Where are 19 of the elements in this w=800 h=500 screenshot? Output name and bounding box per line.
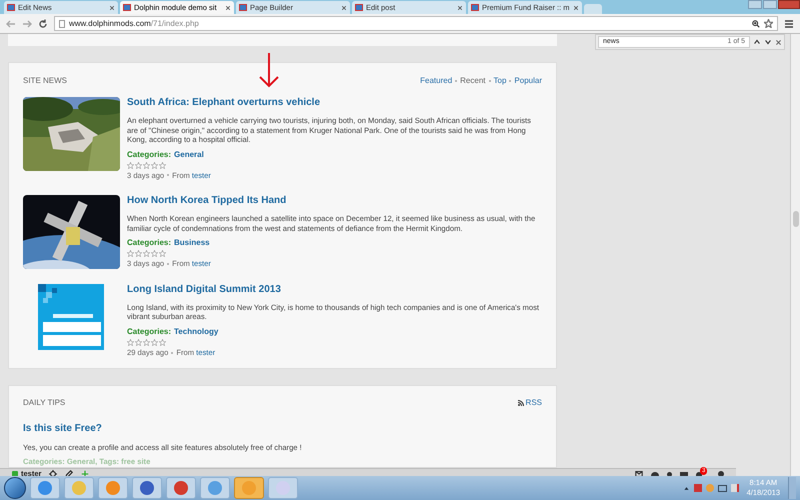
category-link[interactable]: Business xyxy=(174,237,210,250)
category-label: Categories: xyxy=(127,237,172,250)
category-label: Categories: xyxy=(127,326,172,338)
tip-title[interactable]: Is this site Free? xyxy=(23,421,542,436)
news-title[interactable]: Long Island Digital Summit 2013 xyxy=(127,284,542,296)
category-link[interactable]: General xyxy=(174,148,204,161)
news-title[interactable]: How North Korea Tipped Its Hand xyxy=(127,195,542,208)
url-text: www.dolphinmods.com/71/index.php xyxy=(69,18,199,30)
address-field[interactable]: www.dolphinmods.com/71/index.php xyxy=(54,16,778,31)
filter-link[interactable]: Featured xyxy=(420,75,452,87)
section-title: SITE NEWS xyxy=(23,75,68,87)
news-title[interactable]: South Africa: Elephant overturns vehicle xyxy=(127,97,542,109)
filter-link[interactable]: Recent xyxy=(460,75,486,87)
section-title: DAILY TIPS xyxy=(23,397,66,410)
rss-link[interactable]: RSS xyxy=(518,397,542,410)
filter-link[interactable]: Top xyxy=(494,75,506,87)
category-link[interactable]: Technology xyxy=(174,326,218,338)
filter-link[interactable]: Popular xyxy=(514,75,542,87)
category-label: Categories: xyxy=(127,148,172,161)
